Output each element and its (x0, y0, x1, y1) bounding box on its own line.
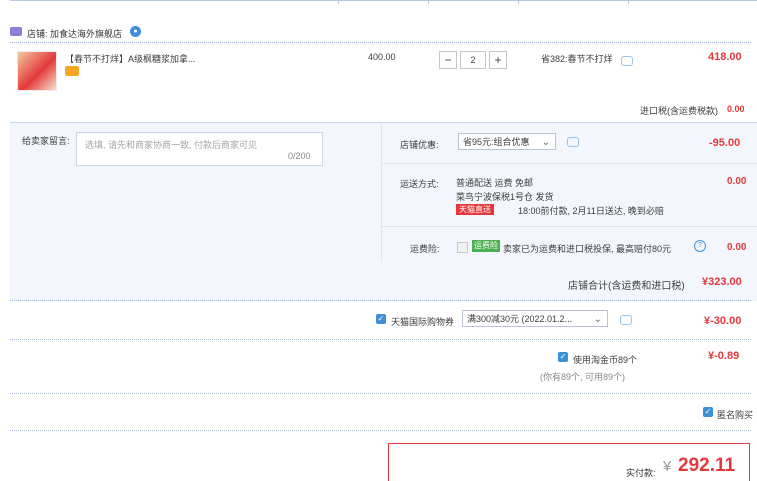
anonymous-label: 匿名购买 (717, 410, 754, 420)
coupon-label: 天猫国际购物券 (391, 317, 455, 327)
shop-discount-value: -95.00 (709, 137, 741, 149)
insurance-value: 0.00 (727, 242, 747, 253)
payment-amount: 292.11 (678, 455, 736, 476)
coupon-selected: 满300减30元 (2022.01.2... (467, 314, 573, 324)
row-divider (382, 226, 757, 227)
shop-discount-select[interactable]: 省95元:组合优惠 ⌄ (458, 133, 556, 150)
product-title[interactable]: 【春节不打烊】A级枫糖浆加拿... (65, 52, 200, 65)
row-divider (382, 163, 757, 164)
shop-discount-label: 店铺优惠: (400, 140, 439, 150)
coins-label: 使用淘金币89个 (573, 355, 638, 365)
shop-discount-selected: 省95元:组合优惠 (463, 137, 530, 147)
shipping-line2: 菜鸟宁波保税1号仓 发货 (456, 192, 554, 202)
shop-name[interactable]: 店铺: 加食达海外旗舰店 (27, 27, 122, 40)
card-icon (65, 66, 79, 76)
shipping-line1: 普通配送 运费 免邮 (456, 178, 534, 188)
tmall-direct-badge: 天猫直送 (456, 204, 494, 215)
coupon-select[interactable]: 满300减30元 (2022.01.2... ⌄ (462, 310, 608, 327)
coins-value: ¥-0.89 (708, 350, 740, 362)
help-icon[interactable]: ? (694, 240, 706, 252)
product-subtotal: 418.00 (708, 51, 742, 63)
message-label: 给卖家留言: (22, 136, 70, 146)
payment-label: 实付款: (626, 468, 656, 478)
shipping-line3: 18:00前付款, 2月11日送达, 晚到必赔 (518, 206, 664, 216)
promo-text: 省382:春节不打烊 (541, 54, 613, 64)
quantity-increase-button[interactable]: + (489, 51, 507, 69)
message-counter: 0/200 (288, 151, 311, 161)
coupon-value: ¥-30.00 (704, 315, 742, 327)
insurance-tag: 运费险 (472, 240, 500, 252)
chevron-down-icon: ⌄ (541, 137, 550, 148)
insurance-checkbox[interactable] (457, 242, 468, 253)
import-tax-value: 0.00 (727, 104, 745, 114)
shop-icon (10, 27, 22, 36)
chevron-down-icon: ⌄ (593, 314, 602, 325)
shop-total-label: 店铺合计(含运费和进口税) (568, 281, 685, 292)
discount-chat-icon[interactable] (567, 137, 579, 147)
promo-chat-icon[interactable] (621, 56, 633, 66)
anonymous-checkbox[interactable]: ✓ (703, 407, 713, 417)
quantity-input[interactable]: 2 (460, 51, 486, 69)
top-border (10, 0, 757, 5)
insurance-label: 运费险: (410, 244, 440, 254)
shipping-value: 0.00 (727, 176, 747, 187)
unit-price: 400.00 (368, 52, 396, 62)
shop-total-value: ¥323.00 (702, 276, 742, 288)
quantity-decrease-button[interactable]: − (439, 51, 457, 69)
coupon-checkbox[interactable]: ✓ (376, 314, 386, 324)
coupon-chat-icon[interactable] (620, 315, 632, 325)
shipping-label: 运送方式: (400, 179, 439, 189)
wangwang-icon[interactable]: ● (130, 26, 141, 37)
import-tax-label: 进口税(含运费税款) (640, 106, 718, 116)
product-image[interactable] (17, 51, 57, 91)
panel-divider (381, 122, 382, 262)
coins-hint: (你有89个, 可用89个) (540, 372, 626, 382)
payment-currency: ¥ (663, 458, 672, 475)
coins-checkbox[interactable]: ✓ (558, 352, 568, 362)
message-placeholder: 选填, 请先和商家协商一致, 付款后商家可见 (85, 140, 258, 150)
insurance-text: 卖家已为运费和进口税投保, 最高赔付80元 (503, 244, 672, 254)
